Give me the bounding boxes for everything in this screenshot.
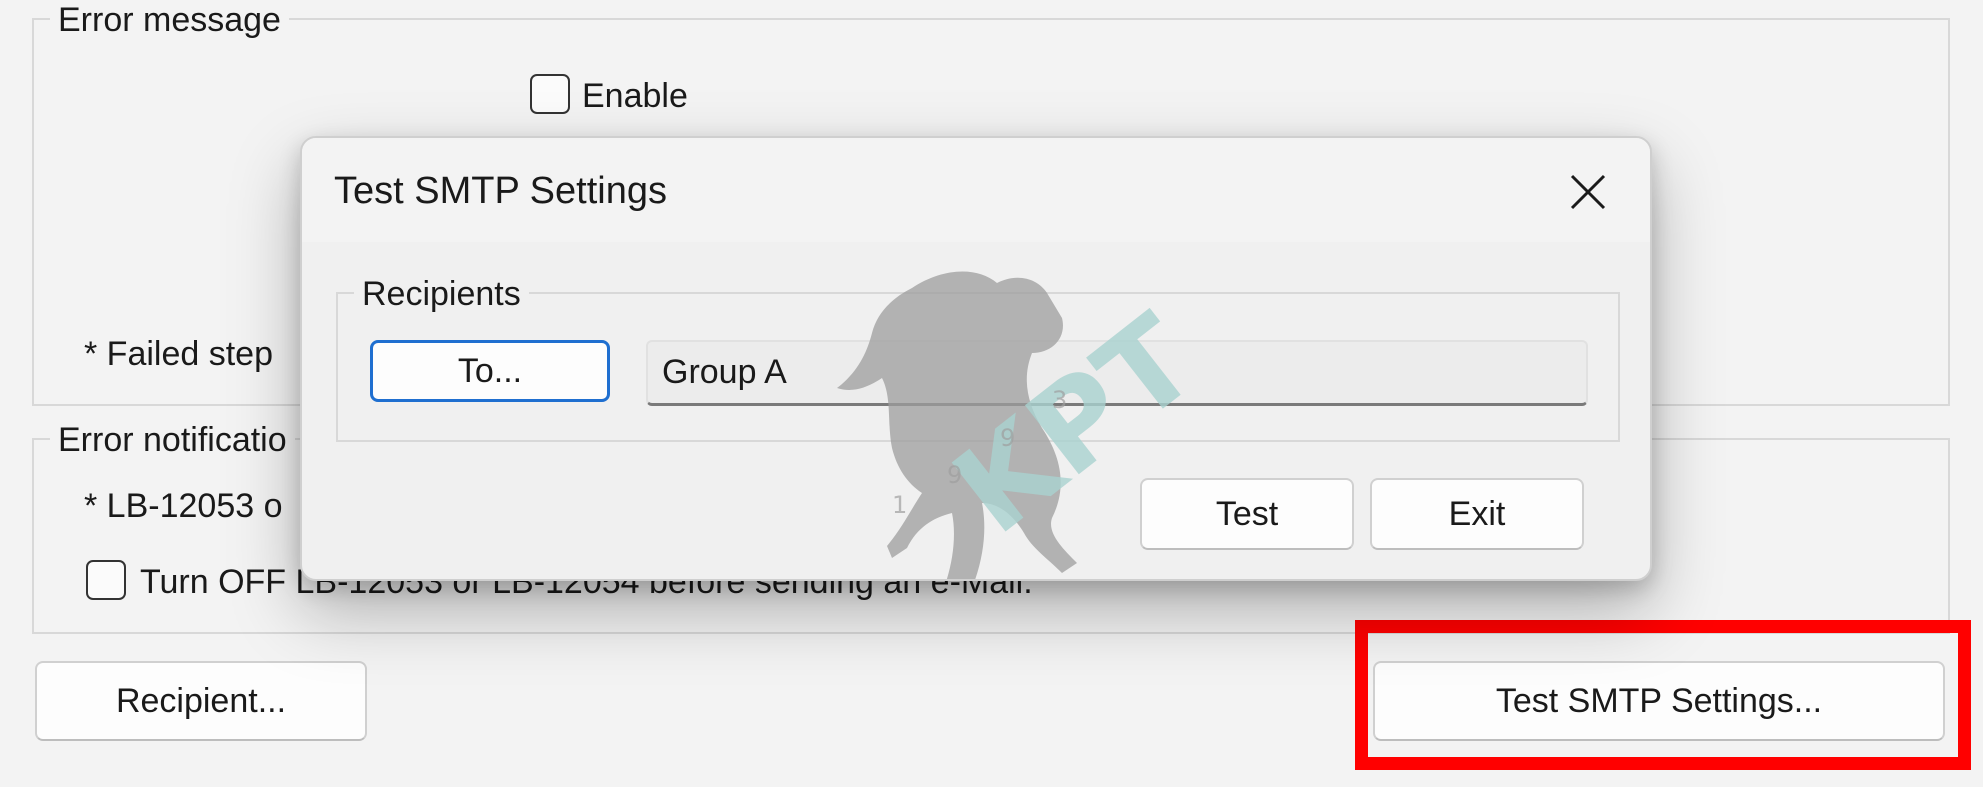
dialog-title: Test SMTP Settings [334, 170, 667, 212]
turn-off-checkbox[interactable] [86, 560, 126, 600]
error-notification-legend: Error notificatio [50, 420, 295, 460]
test-button[interactable]: Test [1140, 478, 1354, 550]
to-button[interactable]: To... [370, 340, 610, 402]
failed-step-note: * Failed step [84, 335, 273, 373]
test-smtp-settings-button[interactable]: Test SMTP Settings... [1373, 661, 1945, 741]
enable-checkbox[interactable] [530, 74, 570, 114]
lb-note: * LB-12053 o [84, 487, 283, 525]
watermark-digit-2: 9 [947, 461, 962, 489]
close-icon[interactable] [1566, 170, 1610, 214]
exit-button[interactable]: Exit [1370, 478, 1584, 550]
recipients-legend: Recipients [354, 274, 529, 314]
test-smtp-dialog: Test SMTP Settings Recipients To... Grou… [300, 136, 1652, 581]
recipients-field[interactable]: Group A [646, 340, 1588, 406]
enable-label[interactable]: Enable [582, 76, 688, 116]
error-message-legend: Error message [50, 0, 289, 40]
watermark-digit-1: 1 [892, 491, 907, 519]
recipient-button[interactable]: Recipient... [35, 661, 367, 741]
